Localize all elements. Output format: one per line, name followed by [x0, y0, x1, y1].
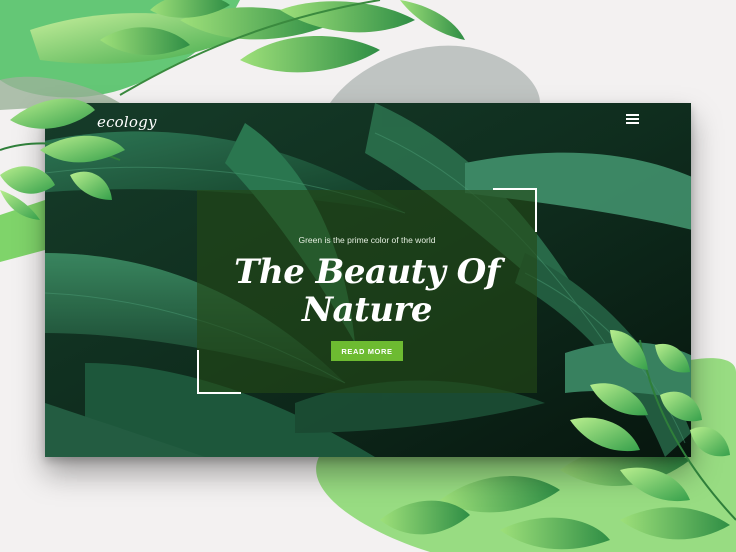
brand-logo[interactable]: ecology: [97, 113, 157, 131]
frame-corner-top-right: [493, 188, 537, 232]
hamburger-menu-icon[interactable]: [626, 114, 639, 124]
green-wedge-shape: [0, 200, 45, 262]
website-window: ecology Green is the prime color of the …: [45, 103, 691, 457]
frame-corner-bottom-left: [197, 350, 241, 394]
leaf: [240, 36, 380, 73]
hero-title: The Beauty Of Nature: [197, 253, 537, 329]
read-more-button[interactable]: READ MORE: [331, 341, 403, 361]
hero-title-line-2: Nature: [301, 290, 433, 330]
hero-title-line-1: The Beauty Of: [234, 252, 500, 292]
hero-subtitle: Green is the prime color of the world: [298, 235, 436, 245]
